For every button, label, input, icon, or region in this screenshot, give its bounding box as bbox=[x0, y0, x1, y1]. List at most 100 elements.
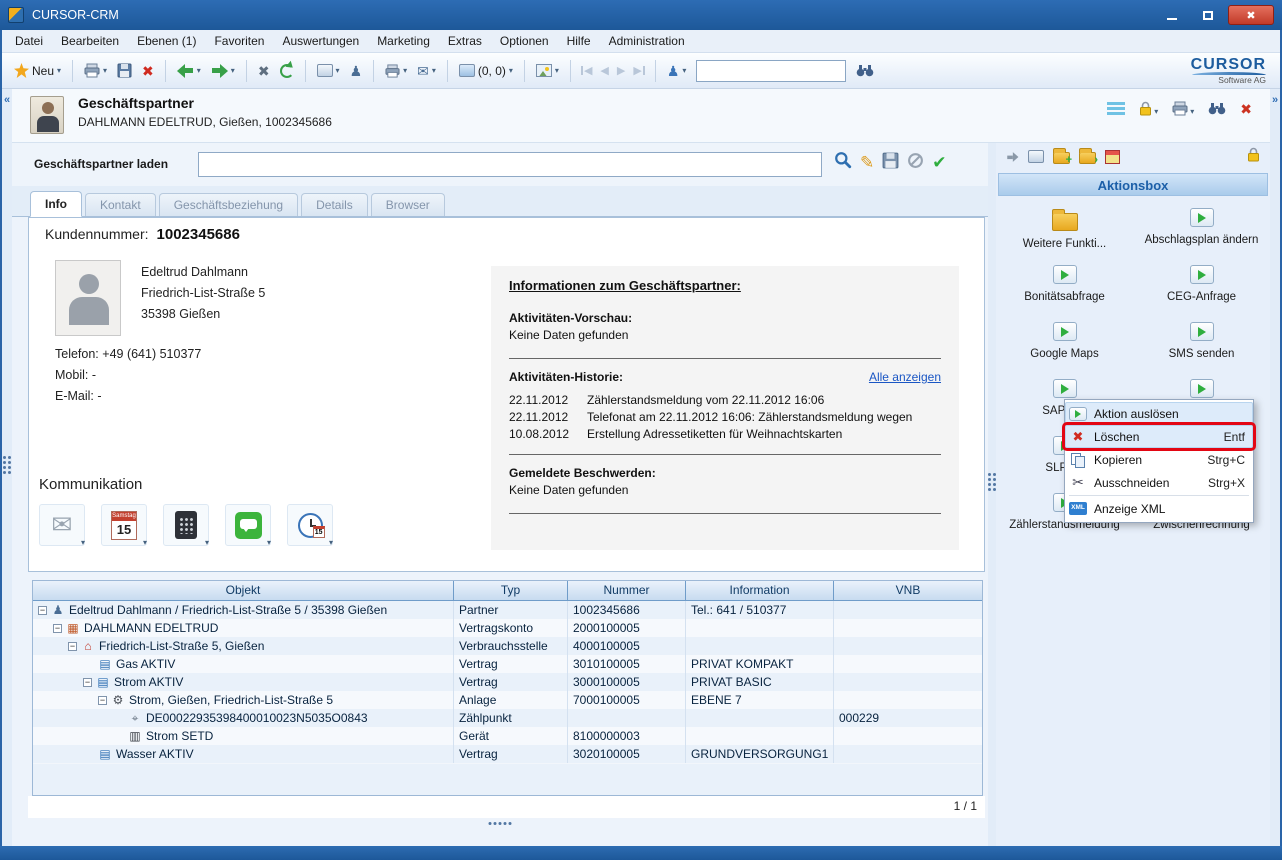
forward-button[interactable]: ▾ bbox=[207, 58, 239, 84]
minimize-button[interactable] bbox=[1156, 5, 1188, 25]
collapse-right-icon[interactable]: » bbox=[1270, 94, 1280, 106]
first-record-button[interactable]: ◀ bbox=[578, 58, 595, 84]
tree-row[interactable]: −⚙Strom, Gießen, Friedrich-List-Straße 5… bbox=[33, 691, 982, 709]
collapse-left-icon[interactable]: « bbox=[2, 94, 12, 106]
search-button[interactable] bbox=[852, 58, 878, 84]
cancel-button[interactable]: ✖ bbox=[254, 58, 274, 84]
menu-item-ebenen-1[interactable]: Ebenen (1) bbox=[128, 31, 205, 51]
appointment-action-button[interactable]: Samstag 15 ▾ bbox=[101, 504, 147, 546]
window-mask-button[interactable]: ▾ bbox=[313, 58, 344, 84]
tree-row[interactable]: ▤Wasser AKTIVVertrag3020100005GRUNDVERSO… bbox=[33, 745, 982, 763]
search-view-button[interactable] bbox=[1208, 102, 1226, 115]
collapse-icon[interactable]: − bbox=[68, 642, 77, 651]
column-header-information[interactable]: Information bbox=[686, 581, 834, 600]
maximize-button[interactable] bbox=[1192, 5, 1224, 25]
refresh-button[interactable] bbox=[276, 58, 298, 84]
menu-item-datei[interactable]: Datei bbox=[6, 31, 52, 51]
back-button[interactable]: ▾ bbox=[173, 58, 205, 84]
tab-info[interactable]: Info bbox=[30, 191, 82, 217]
import-folder-icon[interactable]: › bbox=[1079, 152, 1096, 164]
context-menu-item-kopieren[interactable]: KopierenStrg+C bbox=[1065, 448, 1253, 471]
left-collapse-strip[interactable]: « bbox=[2, 89, 12, 846]
menu-item-favoriten[interactable]: Favoriten bbox=[205, 31, 273, 51]
column-header-vnb[interactable]: VNB bbox=[834, 581, 982, 600]
tree-row[interactable]: −▦DAHLMANN EDELTRUDVertragskonto20001000… bbox=[33, 619, 982, 637]
menu-item-auswertungen[interactable]: Auswertungen bbox=[273, 31, 368, 51]
calendar-icon[interactable] bbox=[1105, 150, 1120, 164]
menu-item-marketing[interactable]: Marketing bbox=[368, 31, 439, 51]
action-google-maps[interactable]: Google Maps bbox=[996, 316, 1133, 373]
print-button[interactable]: ▾ bbox=[80, 58, 111, 84]
horizontal-splitter[interactable] bbox=[489, 822, 512, 825]
column-header-objekt[interactable]: Objekt bbox=[33, 581, 454, 600]
clear-button[interactable] bbox=[907, 152, 924, 174]
context-menu-item-anzeige-xml[interactable]: XMLAnzeige XML bbox=[1065, 497, 1253, 520]
vertical-splitter[interactable] bbox=[988, 143, 996, 846]
tree-row[interactable]: ▥Strom SETDGerät8100000003 bbox=[33, 727, 982, 745]
collapse-icon[interactable]: − bbox=[98, 696, 107, 705]
search-button[interactable] bbox=[834, 151, 852, 174]
next-record-button[interactable]: ▶ bbox=[614, 58, 628, 84]
tab-gesch-ftsbeziehung[interactable]: Geschäftsbeziehung bbox=[159, 193, 298, 216]
action-ceg-anfrage[interactable]: CEG-Anfrage bbox=[1133, 259, 1270, 316]
right-collapse-strip[interactable]: » bbox=[1270, 89, 1280, 846]
confirm-button[interactable]: ✔ bbox=[932, 154, 946, 171]
history-item[interactable]: 22.11.2012Telefonat am 22.11.2012 16:06:… bbox=[509, 409, 941, 426]
task-action-button[interactable]: 15 ▾ bbox=[287, 504, 333, 546]
delete-button[interactable]: ✖ bbox=[138, 58, 158, 84]
lock-button[interactable]: ▾ bbox=[1139, 101, 1158, 116]
action-abschlagsplan-ndern[interactable]: Abschlagsplan ändern bbox=[1133, 202, 1270, 259]
menu-item-extras[interactable]: Extras bbox=[439, 31, 491, 51]
print-view-button[interactable]: ▾ bbox=[1172, 101, 1194, 116]
tree-row[interactable]: −⌂Friedrich-List-Straße 5, GießenVerbrau… bbox=[33, 637, 982, 655]
sms-action-button[interactable]: ▾ bbox=[225, 504, 271, 546]
menu-item-optionen[interactable]: Optionen bbox=[491, 31, 558, 51]
tree-row[interactable]: −▤Strom AKTIVVertrag3000100005PRIVAT BAS… bbox=[33, 673, 982, 691]
context-menu-item-ausschneiden[interactable]: ✂AusschneidenStrg+X bbox=[1065, 471, 1253, 494]
show-all-link[interactable]: Alle anzeigen bbox=[869, 370, 941, 384]
action-sms-senden[interactable]: SMS senden bbox=[1133, 316, 1270, 373]
column-header-nummer[interactable]: Nummer bbox=[568, 581, 686, 600]
mail-button[interactable]: ✉▾ bbox=[413, 58, 440, 84]
loader-input[interactable] bbox=[198, 152, 822, 177]
context-menu-item-aktion-ausl-sen[interactable]: Aktion auslösen bbox=[1065, 402, 1253, 425]
lock-button[interactable] bbox=[1247, 147, 1260, 167]
save-search-button[interactable] bbox=[882, 152, 899, 174]
forward-action-icon[interactable] bbox=[1007, 152, 1019, 162]
splitter-grip[interactable] bbox=[2, 456, 12, 474]
column-header-typ[interactable]: Typ bbox=[454, 581, 568, 600]
context-menu-item-l-schen[interactable]: ✖LöschenEntf bbox=[1065, 425, 1253, 448]
last-record-button[interactable]: ▶ bbox=[630, 58, 647, 84]
tree-row[interactable]: ▤Gas AKTIVVertrag3010100005PRIVAT KOMPAK… bbox=[33, 655, 982, 673]
collapse-icon[interactable]: − bbox=[83, 678, 92, 687]
selection-counter-button[interactable]: (0, 0) ▾ bbox=[455, 58, 517, 84]
close-view-icon[interactable]: ✖ bbox=[1240, 102, 1252, 116]
tab-details[interactable]: Details bbox=[301, 193, 368, 216]
save-button[interactable] bbox=[113, 58, 136, 84]
contact-search-button[interactable]: ♟▾ bbox=[663, 58, 691, 84]
tab-browser[interactable]: Browser bbox=[371, 193, 445, 216]
quick-search-input[interactable] bbox=[696, 60, 846, 82]
print-list-button[interactable]: ▾ bbox=[381, 58, 411, 84]
close-button[interactable]: ✖ bbox=[1228, 5, 1274, 25]
image-button[interactable]: ▾ bbox=[532, 58, 563, 84]
window-icon[interactable] bbox=[1028, 150, 1044, 163]
menu-item-bearbeiten[interactable]: Bearbeiten bbox=[52, 31, 128, 51]
action-bonit-tsabfrage[interactable]: Bonitätsabfrage bbox=[996, 259, 1133, 316]
tab-kontakt[interactable]: Kontakt bbox=[85, 193, 156, 216]
new-button[interactable]: Neu ▾ bbox=[10, 58, 65, 84]
collapse-icon[interactable]: − bbox=[38, 606, 47, 615]
previous-record-button[interactable]: ◀ bbox=[597, 58, 611, 84]
assign-contact-button[interactable]: ♟ bbox=[346, 58, 367, 84]
history-item[interactable]: 22.11.2012Zählerstandsmeldung vom 22.11.… bbox=[509, 392, 941, 409]
add-folder-icon[interactable]: + bbox=[1053, 152, 1070, 164]
menu-icon[interactable] bbox=[1107, 102, 1125, 115]
menu-item-administration[interactable]: Administration bbox=[600, 31, 694, 51]
history-item[interactable]: 10.08.2012Erstellung Adressetiketten für… bbox=[509, 426, 941, 443]
phone-action-button[interactable]: ▾ bbox=[163, 504, 209, 546]
email-action-button[interactable]: ✉ ▾ bbox=[39, 504, 85, 546]
edit-button[interactable]: ✎ bbox=[860, 154, 874, 171]
tree-row[interactable]: −♟Edeltrud Dahlmann / Friedrich-List-Str… bbox=[33, 601, 982, 619]
collapse-icon[interactable]: − bbox=[53, 624, 62, 633]
action-weitere-funkti[interactable]: Weitere Funkti... bbox=[996, 202, 1133, 259]
